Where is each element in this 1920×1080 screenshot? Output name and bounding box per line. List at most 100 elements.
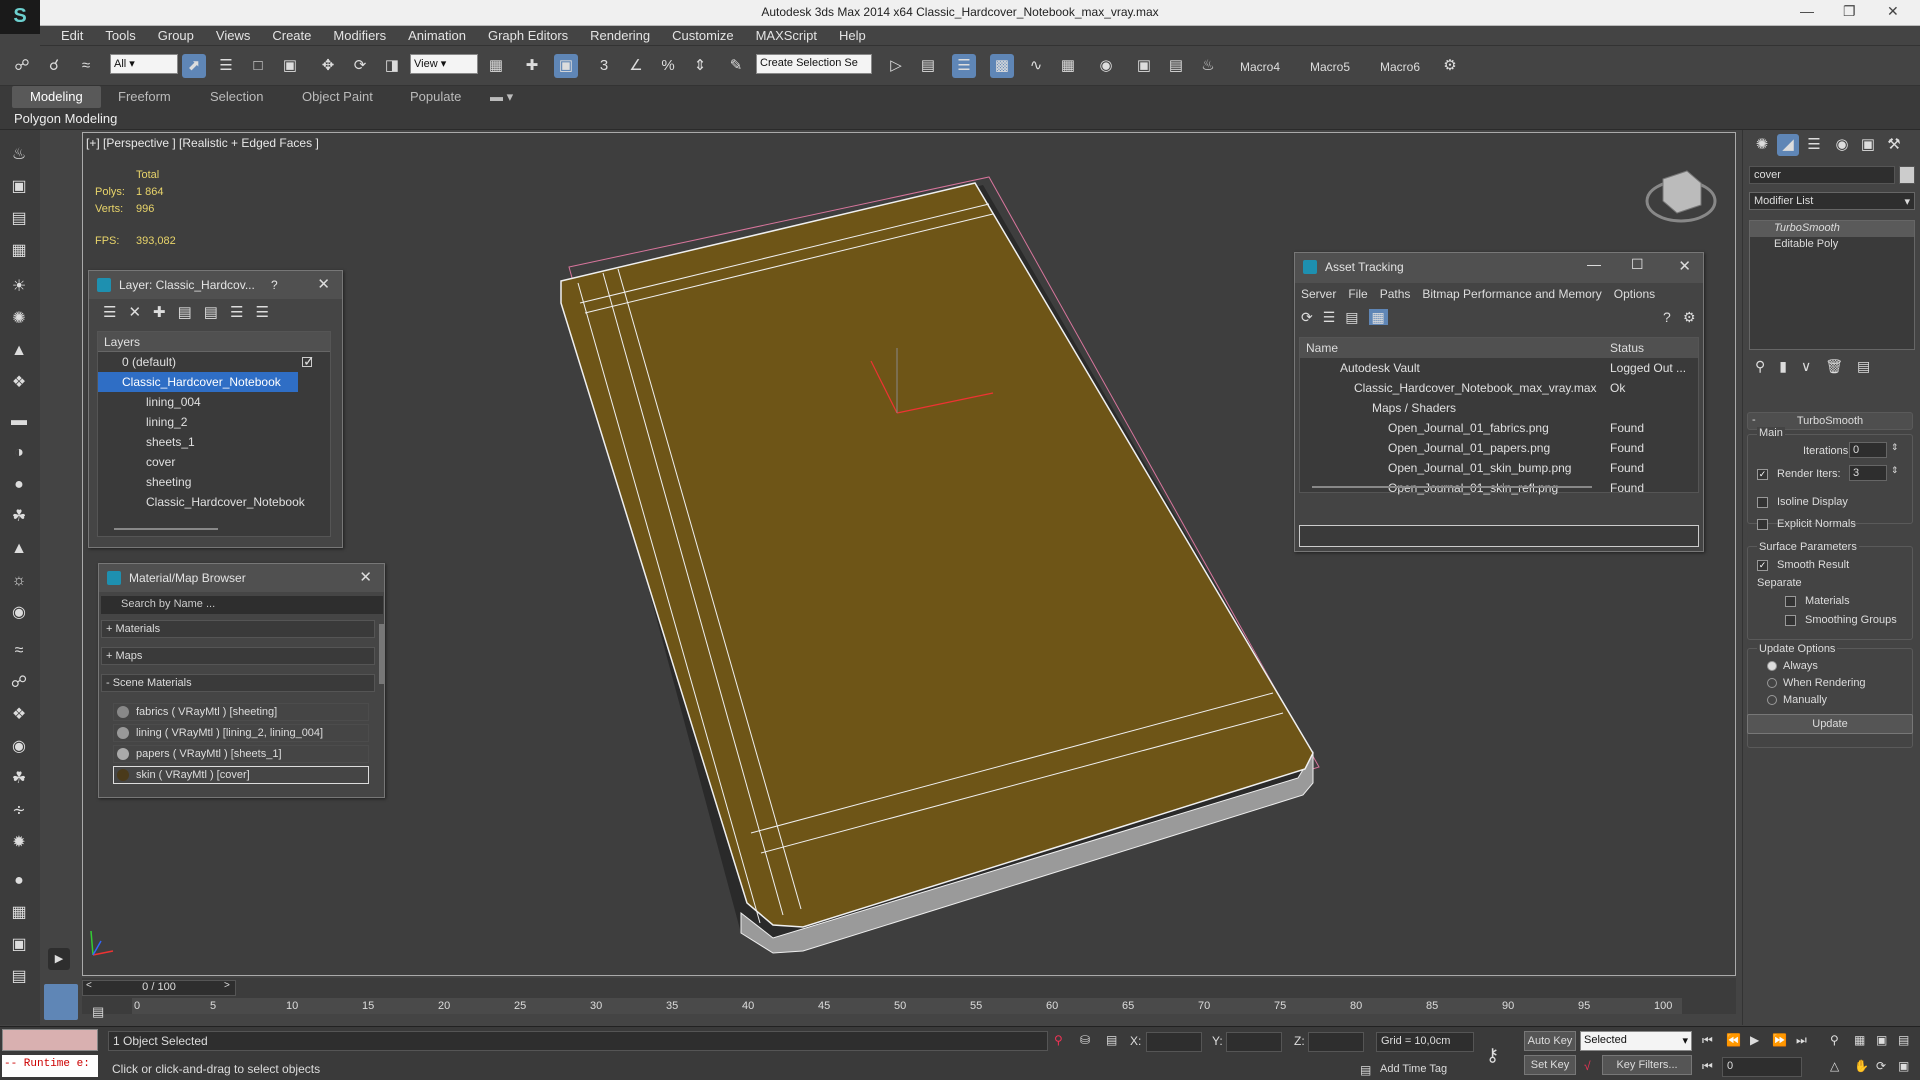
motion-tab-icon[interactable]: ◉	[1831, 134, 1853, 156]
asset-tracking-header[interactable]: Asset Tracking — ☐ ✕	[1295, 253, 1703, 283]
biped-icon[interactable]: ❖	[8, 704, 30, 726]
hierarchy-tab-icon[interactable]: ☰	[1803, 134, 1825, 156]
play-icon[interactable]: ▶	[1750, 1033, 1759, 1047]
render-icon[interactable]: ▣	[8, 176, 30, 198]
current-frame-field[interactable]: 0	[1722, 1057, 1802, 1077]
grass-icon[interactable]: ☘	[8, 506, 30, 528]
graphite-toolbar-icon[interactable]: ▩	[990, 54, 1014, 78]
remove-modifier-icon[interactable]: 🗑	[1825, 358, 1843, 374]
maximize-viewport-icon[interactable]: ▣	[1898, 1059, 1909, 1073]
show-end-result-icon[interactable]: ▮	[1779, 358, 1787, 374]
edit-named-sets-icon[interactable]: ✎	[724, 54, 748, 78]
render-teapot-icon[interactable]: ♨	[1196, 54, 1220, 78]
iterations-spinner[interactable]: 0	[1849, 442, 1887, 458]
create-layer-icon[interactable]: ☰	[103, 304, 116, 321]
set-key-button[interactable]: Set Key	[1524, 1055, 1576, 1075]
layer-manager-icon[interactable]: ☰	[952, 54, 976, 78]
tab-modeling[interactable]: Modeling	[12, 86, 101, 108]
when-rendering-radio[interactable]	[1767, 677, 1783, 689]
asset-row[interactable]: Maps / Shaders	[1300, 398, 1698, 418]
script-icon[interactable]: ▤	[8, 966, 30, 988]
spinner-arrows-icon[interactable]: ⇕	[1891, 465, 1899, 476]
window-crossing-icon[interactable]: ▣	[278, 54, 302, 78]
cloth-icon[interactable]: ❖	[8, 372, 30, 394]
sky-icon[interactable]: ◉	[8, 602, 30, 624]
orbit-icon[interactable]: ⟳	[1876, 1059, 1886, 1073]
layer-scrollbar[interactable]	[114, 528, 218, 530]
hair-icon[interactable]: ≈	[8, 640, 30, 662]
time-tag-icon[interactable]: ▤	[1360, 1063, 1371, 1077]
menu-edit[interactable]: Edit	[50, 26, 94, 45]
pan-icon[interactable]: ✋	[1854, 1059, 1869, 1073]
smoothing-groups-checkbox[interactable]	[1785, 614, 1802, 626]
hf-icon[interactable]: ∻	[8, 800, 30, 822]
stack-item-turbosmooth[interactable]: TurboSmooth	[1750, 221, 1914, 237]
render-scene-icon[interactable]: ▣	[8, 934, 30, 956]
add-to-layer-icon[interactable]: ✚	[153, 304, 166, 321]
named-selection-dropdown[interactable]: Create Selection Se	[756, 54, 872, 74]
asset-scrollbar[interactable]	[1312, 486, 1592, 488]
menu-group[interactable]: Group	[147, 26, 205, 45]
light-icon[interactable]: ☀	[8, 276, 30, 298]
modify-tab-icon[interactable]: ◢	[1777, 134, 1799, 156]
table-icon[interactable]: ▦	[8, 240, 30, 262]
asset-row[interactable]: Open_Journal_01_skin_bump.png Found	[1300, 458, 1698, 478]
rendered-frame-icon[interactable]: ▤	[1164, 54, 1188, 78]
layer-panel-header[interactable]: Layer: Classic_Hardcov... ? ✕	[89, 271, 342, 299]
asset-row[interactable]: Open_Journal_01_papers.png Found	[1300, 438, 1698, 458]
menu-customize[interactable]: Customize	[661, 26, 744, 45]
utilities-tab-icon[interactable]: ⚒	[1883, 134, 1905, 156]
curve-editor-icon[interactable]: ∿	[1024, 54, 1048, 78]
sun-icon[interactable]: ☼	[8, 570, 30, 592]
isolate-icon[interactable]: ⚲	[1054, 1033, 1063, 1047]
align-icon[interactable]: ▤	[916, 54, 940, 78]
smooth-result-checkbox[interactable]: ✓	[1757, 559, 1774, 571]
material-item[interactable]: lining ( VRayMtl ) [lining_2, lining_004…	[113, 724, 369, 742]
macro5-button[interactable]: Macro5	[1310, 60, 1350, 74]
y-coord-field[interactable]	[1226, 1032, 1282, 1052]
polygon-modeling-label[interactable]: Polygon Modeling	[14, 111, 117, 126]
z-coord-field[interactable]	[1308, 1032, 1364, 1052]
sphere-icon[interactable]: ●	[8, 474, 30, 496]
unlink-icon[interactable]: ☌	[42, 54, 66, 78]
render-setup-icon[interactable]: ▣	[1132, 54, 1156, 78]
next-frame-icon[interactable]: >	[224, 980, 230, 991]
modifier-list-dropdown[interactable]: Modifier List ▾	[1749, 192, 1915, 210]
manipulate-icon[interactable]: ✚	[520, 54, 544, 78]
material-item-selected[interactable]: skin ( VRayMtl ) [cover]	[113, 766, 369, 784]
asset-row[interactable]: Autodesk Vault Logged Out ...	[1300, 358, 1698, 378]
layer-object-row[interactable]: lining_004	[98, 392, 330, 412]
menu-animation[interactable]: Animation	[397, 26, 477, 45]
hemisphere-icon[interactable]: ◑	[8, 442, 30, 464]
schematic-view-icon[interactable]: ▦	[1056, 54, 1080, 78]
select-in-layer-icon[interactable]: ▤	[178, 304, 192, 321]
link-icon[interactable]: ☍	[10, 54, 34, 78]
asset-menu-file[interactable]: File	[1348, 287, 1367, 301]
maxscript-listener[interactable]	[2, 1029, 98, 1051]
hide-all-icon[interactable]: ☰	[230, 304, 243, 321]
maps-group[interactable]: + Maps	[101, 647, 375, 665]
stack-item-editable-poly[interactable]: Editable Poly	[1750, 237, 1914, 253]
layer-row-selected[interactable]: Classic_Hardcover_Notebook	[98, 372, 298, 392]
tab-selection[interactable]: Selection	[210, 89, 263, 104]
plane-icon[interactable]: ▬	[8, 410, 30, 432]
time-slider[interactable]: 0 / 100	[82, 980, 236, 996]
close-icon[interactable]: ✕	[1678, 257, 1691, 275]
macro4-button[interactable]: Macro4	[1240, 60, 1280, 74]
cone-icon[interactable]: ▲	[8, 538, 30, 560]
asset-row[interactable]: Classic_Hardcover_Notebook_max_vray.max O…	[1300, 378, 1698, 398]
col-name[interactable]: Name	[1306, 341, 1338, 355]
scene-materials-group[interactable]: - Scene Materials	[101, 674, 375, 692]
expand-arrow-icon[interactable]: ▶	[48, 948, 70, 970]
percent-snap-icon[interactable]: %	[656, 54, 680, 78]
ribbon-options-icon[interactable]: ▬ ▾	[490, 89, 513, 105]
layer-object-row[interactable]: lining_2	[98, 412, 330, 432]
selection-filter-dropdown[interactable]: All ▾	[110, 54, 178, 74]
auto-key-button[interactable]: Auto Key	[1524, 1031, 1576, 1051]
render-iters-spinner[interactable]: 3	[1849, 465, 1887, 481]
explicit-normals-checkbox[interactable]	[1757, 518, 1774, 530]
minimize-icon[interactable]: —	[1587, 256, 1601, 272]
layer-object-row[interactable]: sheets_1	[98, 432, 330, 452]
rotate-icon[interactable]: ⟳	[348, 54, 372, 78]
angle-snap-icon[interactable]: ∠	[624, 54, 648, 78]
